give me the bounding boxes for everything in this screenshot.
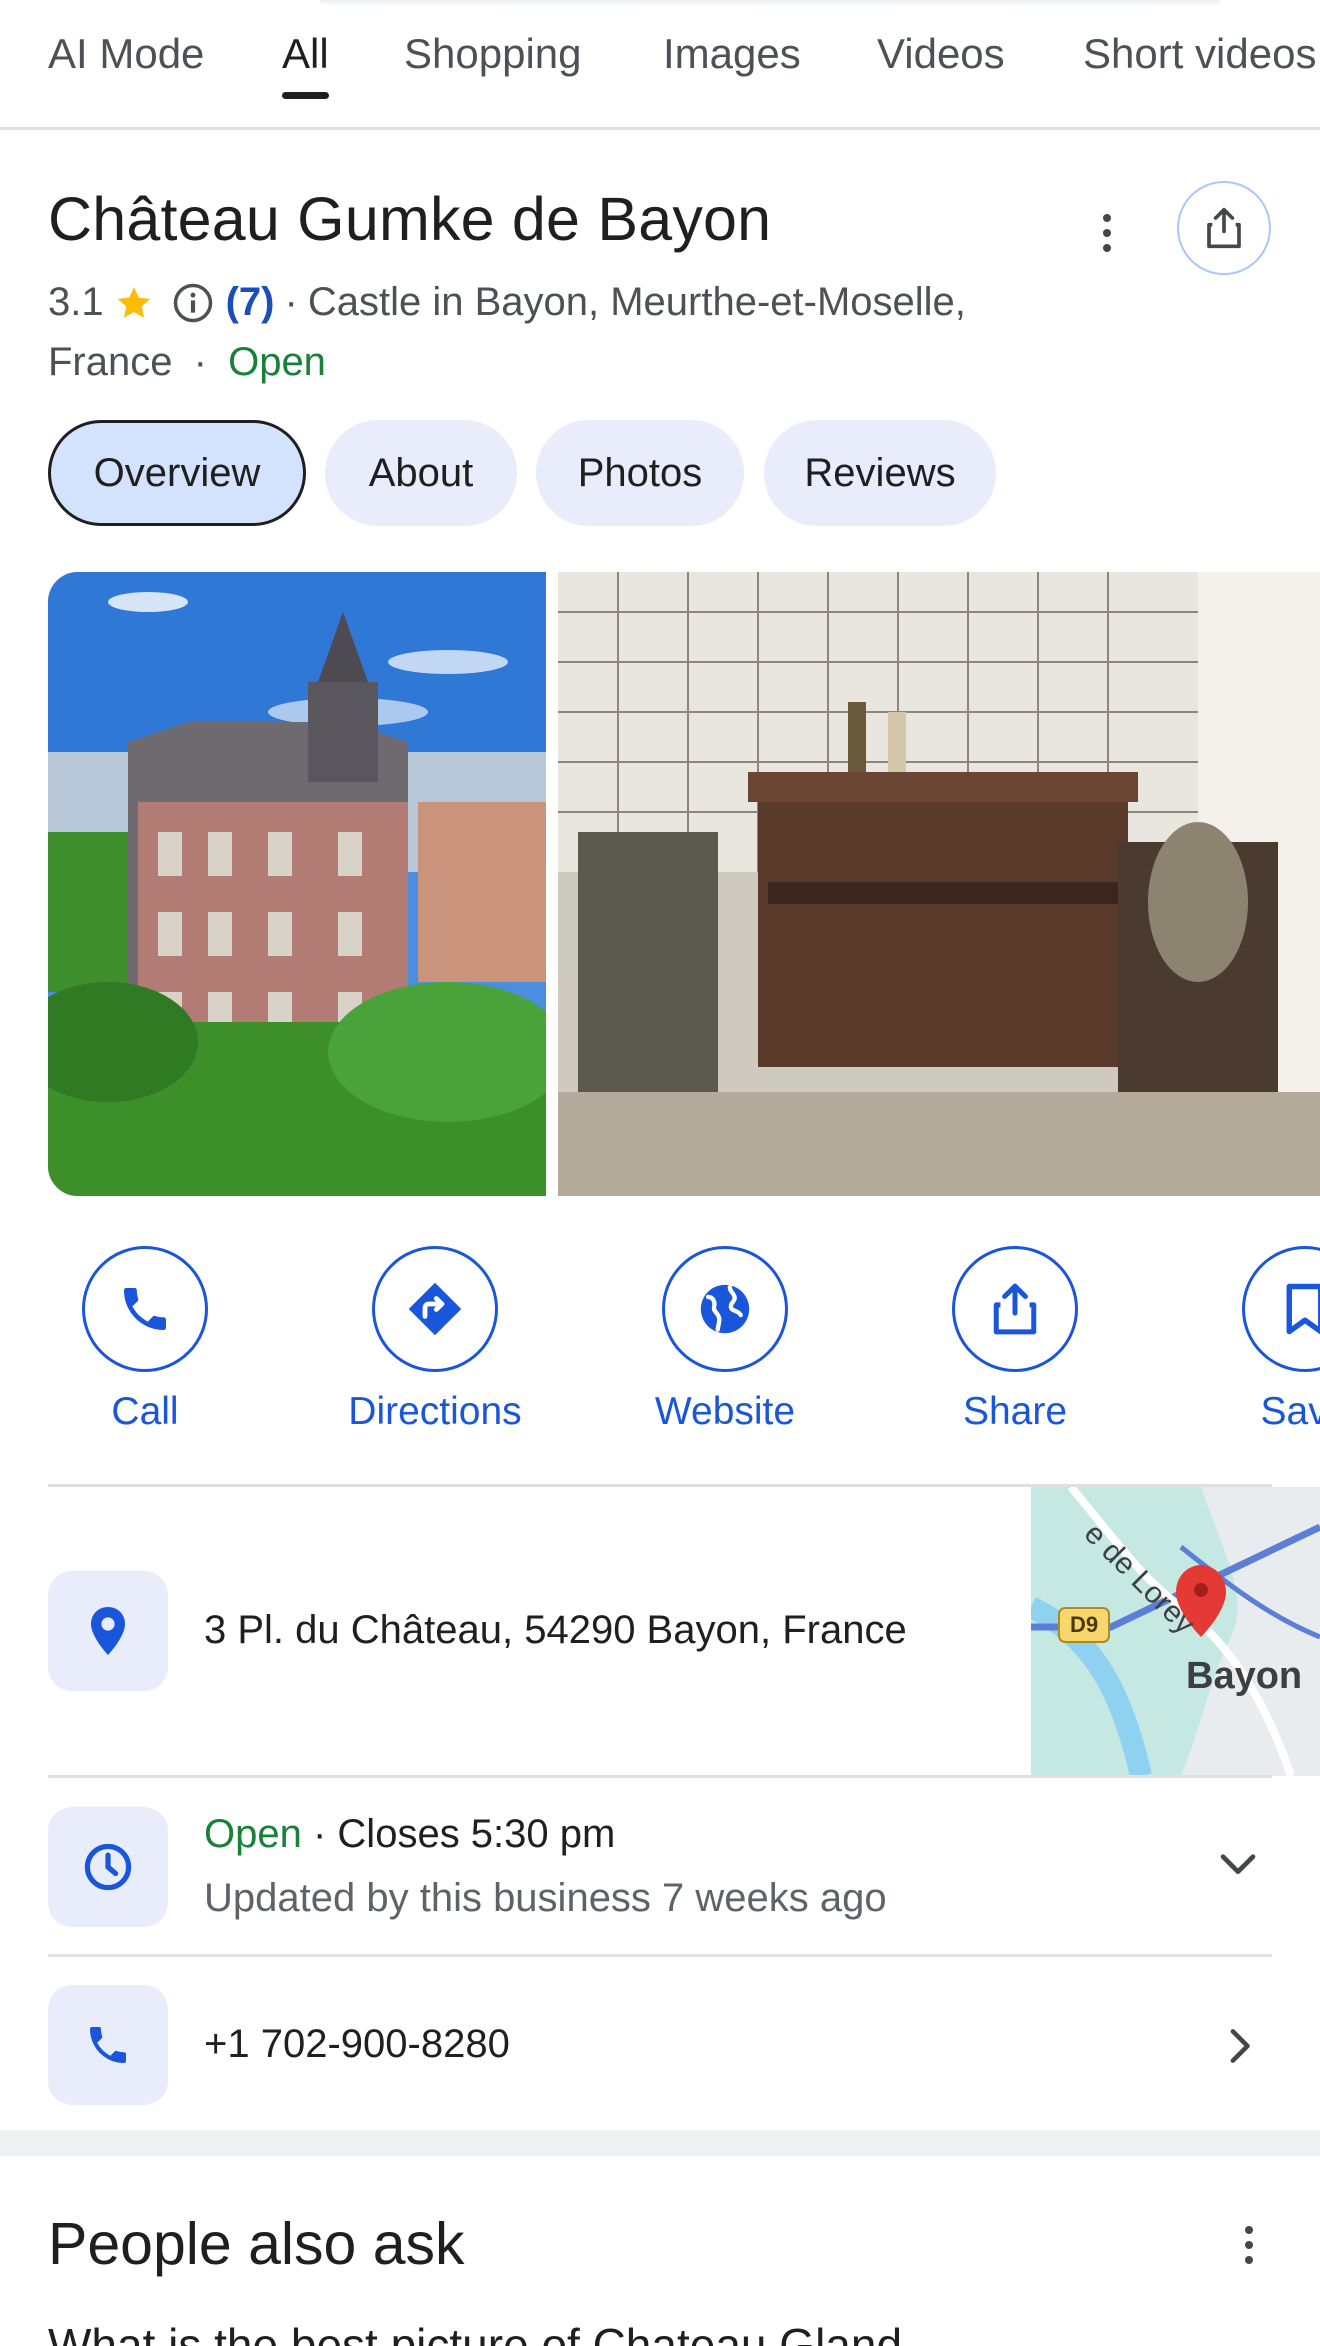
save-button[interactable] — [1242, 1246, 1320, 1372]
section-separator — [0, 2130, 1320, 2156]
paa-more-options-button[interactable] — [1234, 2220, 1264, 2270]
share-button-top[interactable] — [1177, 181, 1271, 275]
chevron-down-icon — [1220, 1854, 1256, 1874]
tab-all-label: All — [282, 30, 329, 77]
star-icon — [117, 286, 150, 318]
address-text[interactable]: 3 Pl. du Château, 54290 Bayon, France — [204, 1608, 907, 1653]
phone-icon — [90, 2027, 126, 2063]
tab-shopping[interactable]: Shopping — [404, 30, 582, 78]
tab-ai-mode[interactable]: AI Mode — [48, 30, 204, 78]
globe-icon — [700, 1284, 750, 1334]
people-also-ask-title: People also ask — [48, 2211, 465, 2277]
chip-overview[interactable]: Overview — [48, 420, 306, 526]
directions-icon — [408, 1282, 462, 1336]
place-title: Château Gumke de Bayon — [48, 185, 772, 253]
chevron-right-icon — [1230, 2029, 1250, 2063]
save-action[interactable]: Save — [1205, 1246, 1320, 1434]
website-action[interactable]: Website — [625, 1246, 825, 1434]
share-icon — [1207, 207, 1241, 249]
chip-photos[interactable]: Photos — [536, 420, 744, 526]
call-action[interactable]: Call — [45, 1246, 245, 1434]
separator-dot: · — [312, 1812, 338, 1856]
bookmark-icon — [1286, 1283, 1320, 1335]
divider — [48, 1954, 1272, 1957]
phone-icon — [124, 1288, 166, 1330]
expand-hours-button[interactable] — [1218, 1850, 1258, 1885]
top-shadow — [320, 0, 1220, 6]
tab-videos[interactable]: Videos — [877, 30, 1005, 78]
hours-icon-box — [48, 1807, 168, 1927]
paa-question[interactable]: What is the best picture of Chateau Glan… — [48, 2318, 940, 2346]
map-town-label: Bayon — [1186, 1655, 1303, 1697]
piano-image — [558, 572, 1320, 1196]
share-button[interactable] — [952, 1246, 1078, 1372]
map-thumbnail[interactable]: D9 Bayon e de Lorey — [1031, 1487, 1320, 1776]
open-status: Open — [228, 340, 326, 384]
share-icon — [993, 1283, 1037, 1335]
hours-line[interactable]: Open · Closes 5:30 pm — [204, 1812, 615, 1857]
hours-updated-text: Updated by this business 7 weeks ago — [204, 1876, 887, 1920]
place-category: Castle in Bayon, Meurthe-et-Moselle, — [307, 280, 966, 324]
share-action[interactable]: Share — [915, 1246, 1115, 1434]
castle-image — [48, 572, 546, 1196]
website-button[interactable] — [662, 1246, 788, 1372]
place-country: France — [48, 340, 173, 384]
clock-icon — [84, 1843, 132, 1891]
tab-short-videos[interactable]: Short videos — [1083, 30, 1316, 78]
photo-castle-exterior[interactable] — [48, 572, 546, 1196]
address-icon-box — [48, 1571, 168, 1691]
call-label: Call — [111, 1390, 179, 1433]
directions-button[interactable] — [372, 1246, 498, 1372]
chip-about[interactable]: About — [325, 420, 517, 526]
place-meta-line1: 3.1 (7) · Castle in Bayon, Meurthe-et-Mo… — [48, 280, 966, 325]
more-options-button[interactable] — [1087, 208, 1127, 258]
chip-reviews[interactable]: Reviews — [764, 420, 996, 526]
review-count-link[interactable]: (7) — [226, 280, 275, 325]
website-label: Website — [654, 1390, 796, 1433]
hours-open-status: Open — [204, 1812, 302, 1856]
directions-label: Directions — [348, 1390, 522, 1433]
rating-value: 3.1 — [48, 280, 104, 324]
tab-images[interactable]: Images — [663, 30, 801, 78]
share-label: Share — [962, 1390, 1068, 1433]
call-button[interactable] — [82, 1246, 208, 1372]
directions-action[interactable]: Directions — [335, 1246, 535, 1434]
active-tab-underline — [282, 92, 329, 99]
phone-number[interactable]: +1 702-900-8280 — [204, 2022, 510, 2067]
info-icon[interactable] — [172, 282, 214, 324]
closes-time: Closes 5:30 pm — [337, 1812, 616, 1856]
phone-icon-box — [48, 1985, 168, 2105]
route-badge: D9 — [1069, 1612, 1099, 1637]
photo-piano-interior[interactable] — [558, 572, 1320, 1196]
search-tabs: AI Mode All Shopping Images Videos Short… — [0, 0, 1320, 130]
location-pin-icon — [91, 1607, 125, 1655]
tab-all[interactable]: All — [282, 30, 329, 99]
separator-dot: · — [193, 340, 207, 384]
divider — [48, 1775, 1272, 1778]
place-meta-line2: France · Open — [48, 340, 326, 385]
save-label: Save — [1260, 1390, 1320, 1433]
phone-chevron-button[interactable] — [1228, 2026, 1254, 2071]
separator-dot: · — [284, 280, 298, 324]
